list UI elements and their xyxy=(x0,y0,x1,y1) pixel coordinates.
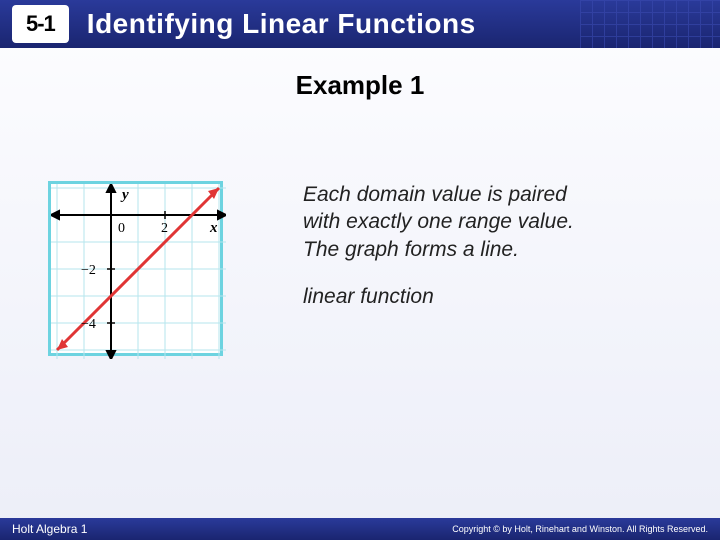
origin-label: 0 xyxy=(118,221,125,236)
y-axis-label: y xyxy=(120,187,129,203)
header-grid-decoration xyxy=(580,0,720,48)
explanation-text: Each domain value is paired with exactly… xyxy=(303,181,603,330)
x-tick-2: 2 xyxy=(161,221,168,236)
content-row: y x 0 2 −2 −4 Each domain value is paire… xyxy=(0,181,720,356)
slide-header: 5-1 Identifying Linear Functions xyxy=(0,0,720,48)
conclusion-text: linear function xyxy=(303,283,603,310)
example-heading: Example 1 xyxy=(0,70,720,101)
footer-book-title: Holt Algebra 1 xyxy=(12,522,87,536)
coordinate-plane-svg: y x 0 2 −2 −4 xyxy=(51,184,226,359)
x-axis-label: x xyxy=(209,220,218,236)
slide-title: Identifying Linear Functions xyxy=(87,8,476,40)
graph-plot: y x 0 2 −2 −4 xyxy=(48,181,223,356)
section-number-badge: 5-1 xyxy=(12,5,69,43)
slide-footer: Holt Algebra 1 Copyright © by Holt, Rine… xyxy=(0,518,720,540)
y-tick-neg2: −2 xyxy=(81,263,96,278)
footer-copyright: Copyright © by Holt, Rinehart and Winsto… xyxy=(452,524,708,534)
y-tick-neg4: −4 xyxy=(81,317,96,332)
explanation-paragraph: Each domain value is paired with exactly… xyxy=(303,181,603,263)
